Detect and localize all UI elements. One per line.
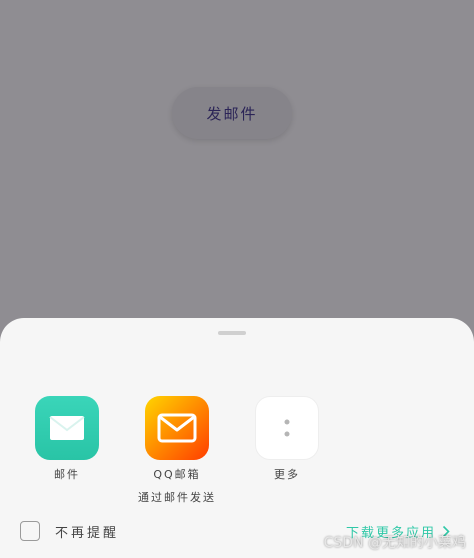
qq-mail-app-icon[interactable] <box>145 396 209 460</box>
mail-app-icon[interactable] <box>35 396 99 460</box>
dont-remind-option[interactable]: 不再提醒 <box>20 521 119 541</box>
send-email-button[interactable]: 发邮件 <box>172 87 292 139</box>
qq-mail-app-sublabel: 通过邮件发送 <box>138 491 216 504</box>
more-app-label: 更多 <box>274 468 300 481</box>
share-option-mail[interactable]: 邮件 <box>35 396 99 482</box>
watermark: CSDN @无知的小菜鸡 <box>323 535 466 551</box>
share-option-more[interactable]: 更多 <box>255 396 319 482</box>
qq-mail-app-label: QQ邮箱 <box>153 468 201 481</box>
dont-remind-checkbox[interactable] <box>20 521 40 541</box>
mail-app-label: 邮件 <box>54 468 80 481</box>
qq-mail-envelope-icon <box>157 413 197 443</box>
sheet-drag-handle[interactable] <box>218 331 246 335</box>
dont-remind-label: 不再提醒 <box>55 525 120 541</box>
envelope-icon <box>49 416 85 440</box>
share-sheet: 邮件 QQ邮箱 通过邮件发送 更多 不再提醒 下载更多应用 <box>0 318 474 558</box>
share-option-qq-mail[interactable]: QQ邮箱 通过邮件发送 <box>138 396 214 505</box>
more-dots-icon <box>284 419 290 437</box>
more-app-icon[interactable] <box>255 396 319 460</box>
